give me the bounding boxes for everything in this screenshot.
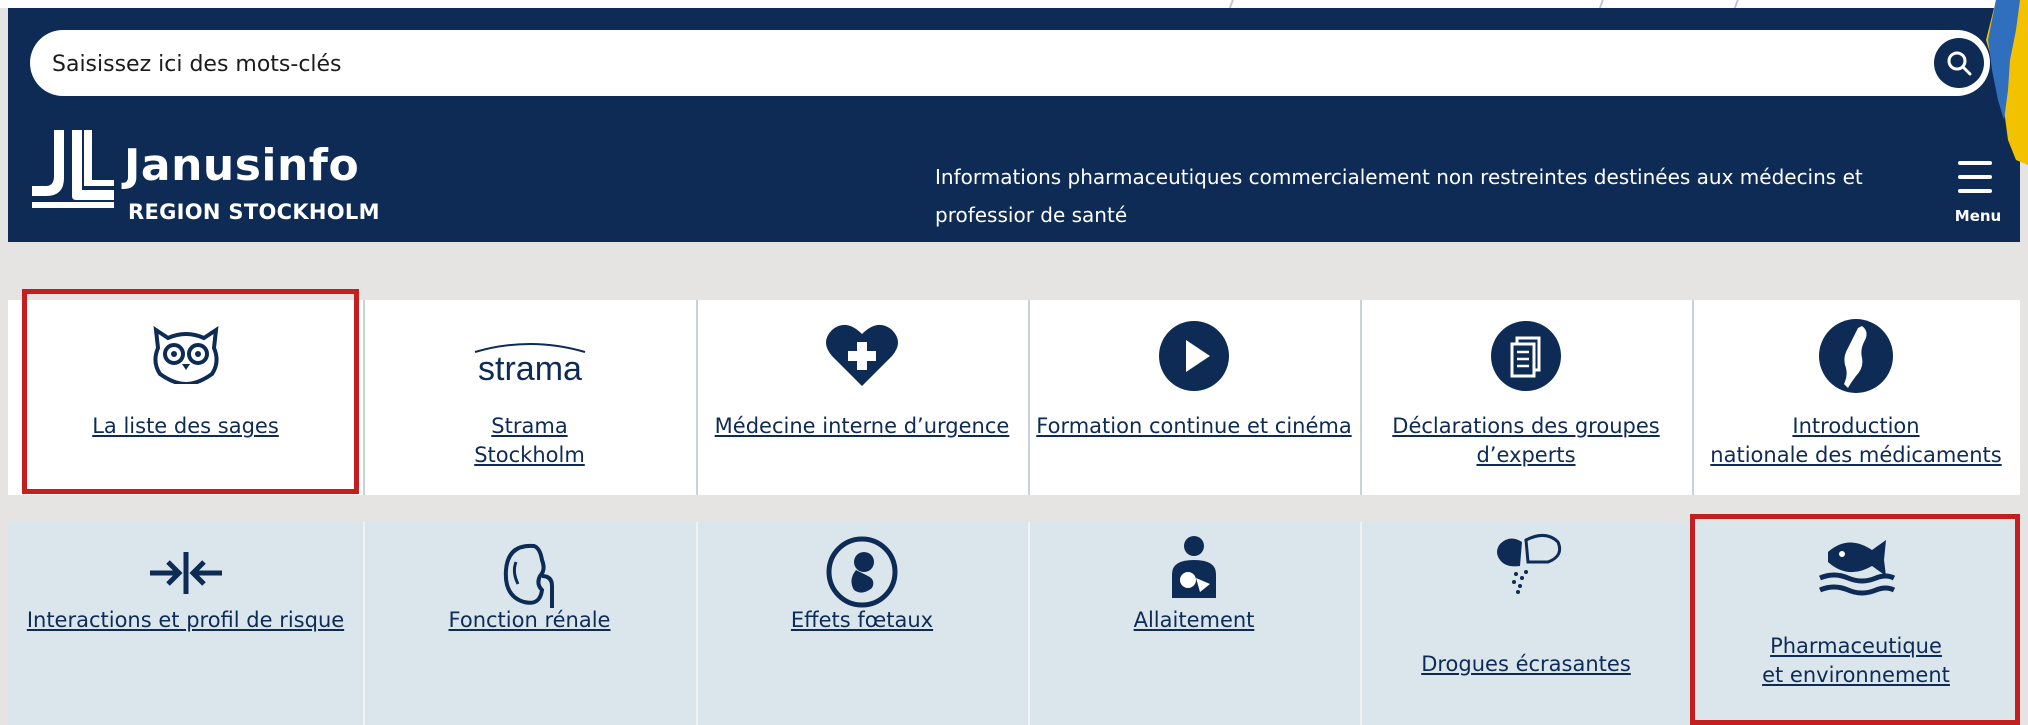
search-bar: [30, 30, 1990, 98]
tile-introduction-nationale[interactable]: Introduction nationale des médicaments: [1692, 300, 2020, 495]
document-icon: [1491, 321, 1561, 391]
menu-button[interactable]: Menu: [1950, 157, 2010, 227]
menu-bar-line: [1958, 161, 1992, 165]
menu-label: Menu: [1954, 207, 2002, 225]
search-icon: [1947, 51, 1972, 76]
top-strip: [0, 0, 2028, 20]
tile-formation-continue[interactable]: Formation continue et cinéma: [1028, 300, 1360, 495]
janusinfo-logo-icon: [32, 130, 114, 208]
search-button[interactable]: [1934, 38, 1984, 88]
tile-label: Fonction rénale: [448, 608, 611, 632]
sweden-flag-icon: [1986, 0, 2028, 165]
search-input[interactable]: [50, 30, 1914, 98]
arrows-inward-icon: [149, 552, 222, 594]
tile-medecine-interne-urgence[interactable]: Médecine interne d’urgence: [696, 300, 1028, 495]
tile-allaitement[interactable]: Allaitement: [1028, 522, 1360, 725]
tile-strama-stockholm[interactable]: strama Strama Stockholm: [363, 300, 696, 495]
tile-label: Formation continue et cinéma: [1036, 414, 1352, 438]
tile-label: Effets fœtaux: [790, 608, 934, 632]
logo-title[interactable]: Janusinfo: [124, 140, 359, 191]
tile-declarations-groupes-experts[interactable]: Déclarations des groupes d’experts: [1360, 300, 1692, 495]
tile-drogues-ecrasantes[interactable]: Drogues écrasantes: [1360, 522, 1692, 725]
tile-label-line2: nationale des médicaments: [1710, 443, 2002, 467]
heart-plus-icon: [826, 324, 898, 386]
highlight-frame-pharmaceutique: [1690, 514, 2020, 725]
svg-text:strama: strama: [478, 350, 582, 388]
tile-label: Allaitement: [1133, 608, 1255, 632]
tile-label: Interactions et profil de risque: [26, 608, 345, 632]
fetus-icon: [826, 536, 898, 608]
breastfeeding-icon: [1172, 536, 1216, 598]
tile-label: Médecine interne d’urgence: [714, 414, 1010, 438]
tile-label-line1: Strama: [491, 414, 568, 438]
strama-logo-icon: strama: [474, 343, 585, 388]
tile-effets-foetaux[interactable]: Effets fœtaux: [696, 522, 1028, 725]
tile-label: Drogues écrasantes: [1421, 652, 1631, 676]
sweden-map-icon: [1819, 319, 1893, 393]
tile-interactions-profil-risque[interactable]: Interactions et profil de risque: [8, 522, 363, 725]
menu-bar-line: [1958, 175, 1992, 179]
crushed-pill-icon: [1497, 534, 1562, 594]
tile-fonction-renale[interactable]: Fonction rénale: [363, 522, 696, 725]
tile-label-line1: Déclarations des groupes: [1392, 414, 1660, 438]
logo-subtitle: REGION STOCKHOLM: [128, 200, 380, 224]
tile-label-line2: Stockholm: [474, 443, 585, 467]
site-tagline: Informations pharmaceutiques commerciale…: [935, 165, 1863, 227]
menu-bar-line: [1958, 189, 1992, 193]
highlight-frame-liste-des-sages: [22, 289, 359, 494]
play-icon: [1159, 321, 1229, 391]
kidney-icon: [503, 543, 554, 608]
tile-label-line1: Introduction: [1792, 414, 1920, 438]
tile-label-line2: d’experts: [1476, 443, 1576, 467]
